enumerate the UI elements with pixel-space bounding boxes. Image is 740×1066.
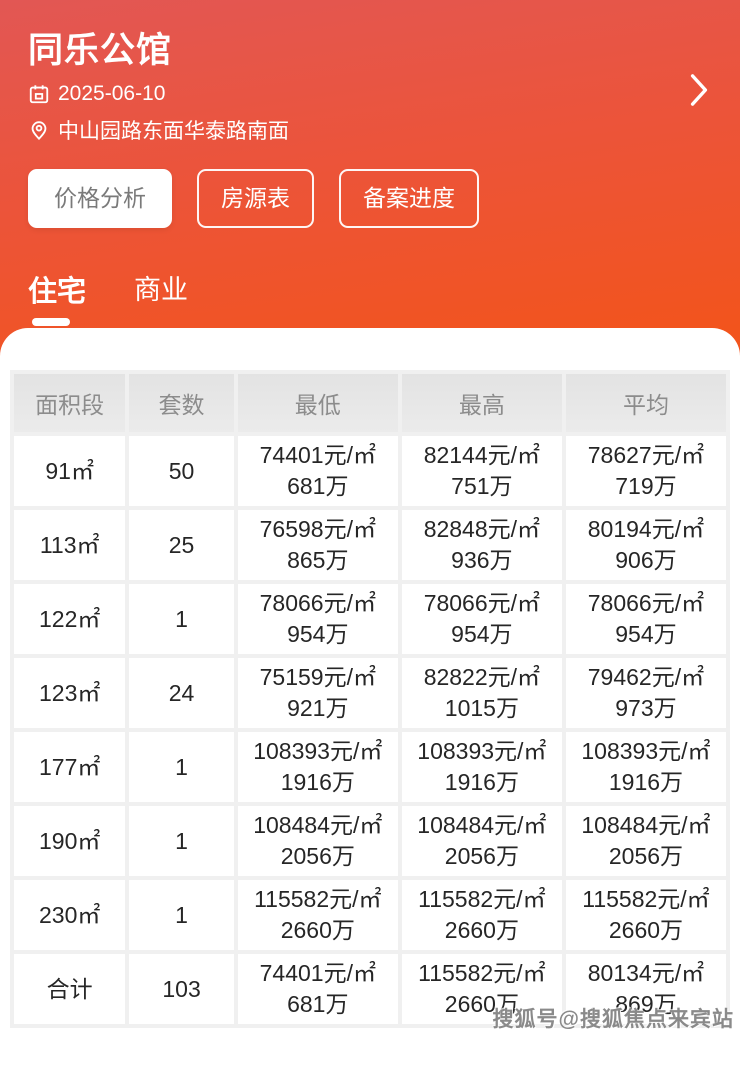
chevron-right-icon[interactable] xyxy=(682,70,716,110)
col-header-min: 最低 xyxy=(238,374,398,432)
table-row: 113㎡2576598元/㎡865万82848元/㎡936万80194元/㎡90… xyxy=(14,510,726,580)
category-tabs: 住宅 商业 xyxy=(28,268,712,326)
col-header-max: 最高 xyxy=(402,374,562,432)
content-card: 面积段 套数 最低 最高 平均 91㎡5074401元/㎡681万82144元/… xyxy=(0,328,740,1066)
avg-price-cell: 80134元/㎡869万 xyxy=(566,954,726,1024)
count-cell: 1 xyxy=(129,584,233,654)
min-price-cell: 75159元/㎡921万 xyxy=(238,658,398,728)
housing-list-button[interactable]: 房源表 xyxy=(197,169,314,228)
area-cell: 122㎡ xyxy=(14,584,125,654)
count-cell: 25 xyxy=(129,510,233,580)
location-row: 中山园路东面华泰路南面 xyxy=(28,115,712,145)
min-price-cell: 78066元/㎡954万 xyxy=(238,584,398,654)
area-cell: 合计 xyxy=(14,954,125,1024)
area-cell: 230㎡ xyxy=(14,880,125,950)
avg-price-cell: 115582元/㎡2660万 xyxy=(566,880,726,950)
avg-price-cell: 79462元/㎡973万 xyxy=(566,658,726,728)
table-row: 230㎡1115582元/㎡2660万115582元/㎡2660万115582元… xyxy=(14,880,726,950)
price-table: 面积段 套数 最低 最高 平均 91㎡5074401元/㎡681万82144元/… xyxy=(10,370,730,1028)
max-price-cell: 82848元/㎡936万 xyxy=(402,510,562,580)
area-cell: 190㎡ xyxy=(14,806,125,876)
count-cell: 1 xyxy=(129,732,233,802)
area-cell: 113㎡ xyxy=(14,510,125,580)
max-price-cell: 108393元/㎡1916万 xyxy=(402,732,562,802)
table-row: 123㎡2475159元/㎡921万82822元/㎡1015万79462元/㎡9… xyxy=(14,658,726,728)
count-cell: 103 xyxy=(129,954,233,1024)
min-price-cell: 74401元/㎡681万 xyxy=(238,954,398,1024)
avg-price-cell: 108484元/㎡2056万 xyxy=(566,806,726,876)
avg-price-cell: 80194元/㎡906万 xyxy=(566,510,726,580)
action-buttons: 价格分析 房源表 备案进度 xyxy=(28,169,712,228)
max-price-cell: 108484元/㎡2056万 xyxy=(402,806,562,876)
date-row: 2025-06-10 xyxy=(28,82,712,106)
table-row: 122㎡178066元/㎡954万78066元/㎡954万78066元/㎡954… xyxy=(14,584,726,654)
count-cell: 1 xyxy=(129,880,233,950)
avg-price-cell: 108393元/㎡1916万 xyxy=(566,732,726,802)
min-price-cell: 115582元/㎡2660万 xyxy=(238,880,398,950)
max-price-cell: 82144元/㎡751万 xyxy=(402,436,562,506)
price-analysis-button[interactable]: 价格分析 xyxy=(28,169,172,228)
count-cell: 24 xyxy=(129,658,233,728)
price-table-body: 91㎡5074401元/㎡681万82144元/㎡751万78627元/㎡719… xyxy=(14,436,726,1024)
col-header-avg: 平均 xyxy=(566,374,726,432)
count-cell: 1 xyxy=(129,806,233,876)
active-tab-underline xyxy=(32,318,70,326)
min-price-cell: 108393元/㎡1916万 xyxy=(238,732,398,802)
max-price-cell: 115582元/㎡2660万 xyxy=(402,880,562,950)
col-header-count: 套数 xyxy=(129,374,233,432)
max-price-cell: 82822元/㎡1015万 xyxy=(402,658,562,728)
min-price-cell: 74401元/㎡681万 xyxy=(238,436,398,506)
tab-commercial[interactable]: 商业 xyxy=(134,268,188,326)
col-header-area: 面积段 xyxy=(14,374,125,432)
avg-price-cell: 78627元/㎡719万 xyxy=(566,436,726,506)
count-cell: 50 xyxy=(129,436,233,506)
area-cell: 177㎡ xyxy=(14,732,125,802)
avg-price-cell: 78066元/㎡954万 xyxy=(566,584,726,654)
min-price-cell: 76598元/㎡865万 xyxy=(238,510,398,580)
table-row: 190㎡1108484元/㎡2056万108484元/㎡2056万108484元… xyxy=(14,806,726,876)
date-text: 2025-06-10 xyxy=(58,82,165,106)
location-text: 中山园路东面华泰路南面 xyxy=(58,115,289,145)
area-cell: 123㎡ xyxy=(14,658,125,728)
min-price-cell: 108484元/㎡2056万 xyxy=(238,806,398,876)
header: 同乐公馆 2025-06-10 中山园路东面华泰路南面 xyxy=(0,0,740,374)
table-row: 177㎡1108393元/㎡1916万108393元/㎡1916万108393元… xyxy=(14,732,726,802)
table-row: 合计10374401元/㎡681万115582元/㎡2660万80134元/㎡8… xyxy=(14,954,726,1024)
filing-progress-button[interactable]: 备案进度 xyxy=(339,169,479,228)
calendar-icon xyxy=(28,83,50,105)
table-row: 91㎡5074401元/㎡681万82144元/㎡751万78627元/㎡719… xyxy=(14,436,726,506)
location-pin-icon xyxy=(28,119,50,141)
page-title: 同乐公馆 xyxy=(28,22,712,73)
max-price-cell: 115582元/㎡2660万 xyxy=(402,954,562,1024)
max-price-cell: 78066元/㎡954万 xyxy=(402,584,562,654)
area-cell: 91㎡ xyxy=(14,436,125,506)
price-table-header: 面积段 套数 最低 最高 平均 xyxy=(14,374,726,432)
tab-residential[interactable]: 住宅 xyxy=(28,268,86,326)
